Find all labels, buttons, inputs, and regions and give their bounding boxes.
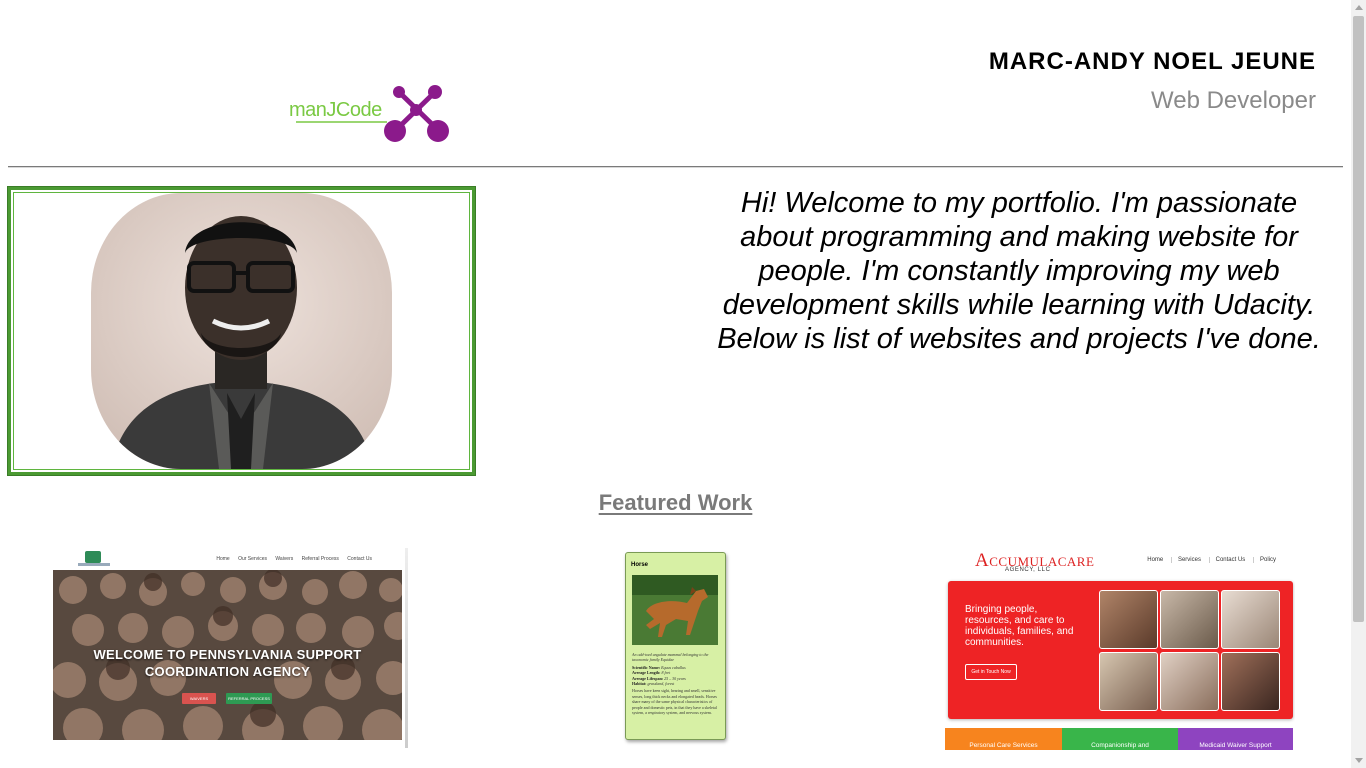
horse-fact-row: Habitat: grassland, forest — [632, 681, 718, 686]
horse-fact-value: Equus caballus — [661, 664, 686, 670]
pssca-nav-contact: Contact Us — [347, 556, 372, 562]
acc-logo-a: A — [975, 550, 990, 571]
accumulacare-cta-button: Get in Touch Now — [965, 664, 1017, 680]
horse-photo — [632, 575, 718, 645]
acc-tile-medicaid: Medicaid Waiver Support — [1178, 728, 1293, 750]
acc-nav-services: Services — [1170, 557, 1207, 563]
project-card-pssca[interactable]: Home Our Services Waivers Referral Proce… — [52, 548, 408, 748]
acc-nav-contact: Contact Us — [1208, 557, 1252, 563]
pssca-nav-home: Home — [216, 556, 230, 562]
portfolio-page: manJCode MARC-ANDY NOEL JEUNE Web Develo… — [0, 0, 1351, 768]
pssca-referral-button: REFERRAL PROCESS — [226, 693, 272, 704]
pssca-hero-image: WELCOME TO PENNSYLVANIA SUPPORT COORDINA… — [53, 570, 402, 740]
acc-logo-c: CARE — [1057, 554, 1095, 569]
acc-photo — [1221, 590, 1280, 649]
pssca-nav-services: Our Services — [238, 556, 267, 562]
pssca-waivers-button: WAIVERS — [182, 693, 216, 704]
horse-fact-value: grassland, forest — [647, 681, 675, 687]
welcome-text: Hi! Welcome to my portfolio. I'm passion… — [717, 187, 1321, 355]
pssca-nav-waivers: Waivers — [275, 556, 294, 562]
horse-fact-value: 25 – 30 years — [664, 675, 686, 681]
acc-tile-personal-care: Personal Care Services — [945, 728, 1062, 750]
pssca-nav-referral: Referral Process — [301, 556, 339, 562]
acc-nav-policy: Policy — [1252, 557, 1282, 563]
acc-photo — [1160, 652, 1219, 711]
pssca-navbar: Home Our Services Waivers Referral Proce… — [52, 548, 402, 570]
horse-card-title: Horse — [631, 562, 649, 568]
acc-photo — [1099, 652, 1158, 711]
featured-work-label: Featured Work — [598, 490, 753, 515]
header-divider — [8, 166, 1343, 168]
featured-work-heading: Featured Work — [0, 490, 1351, 516]
horse-fact-label: Average Length: — [632, 670, 661, 676]
accumulacare-tagline: Bringing people, resources, and care to … — [965, 604, 1074, 648]
pssca-headline-line1: WELCOME TO PENNSYLVANIA SUPPORT — [93, 647, 362, 662]
pssca-headline-line2: COORDINATION AGENCY — [144, 664, 311, 679]
page-scrollbar[interactable] — [1351, 0, 1366, 768]
pssca-headline: WELCOME TO PENNSYLVANIA SUPPORT COORDINA… — [53, 646, 402, 680]
acc-nav-home: Home — [1147, 557, 1164, 563]
project-card-accumulacare[interactable]: ACCUMULACARE AGENCY, LLC Home Services C… — [943, 548, 1295, 750]
horse-intro: An odd-toed ungulate mammal belonging to… — [632, 652, 709, 663]
logo-text: manJCode — [289, 99, 382, 121]
manjcode-logo[interactable]: manJCode — [287, 82, 453, 144]
horse-fact-label: Scientific Name: — [632, 664, 661, 670]
horse-fact-value: 8 feet — [661, 670, 671, 676]
scroll-up-arrow-icon[interactable] — [1351, 0, 1366, 15]
scroll-down-arrow-icon[interactable] — [1351, 753, 1366, 768]
developer-role: Web Developer — [1151, 87, 1316, 114]
accumulacare-photo-grid — [1099, 590, 1281, 712]
horse-fact-label: Average Lifespan: — [632, 675, 664, 681]
acc-tile-companionship: Companionship and — [1062, 728, 1178, 750]
horse-image — [632, 575, 718, 645]
profile-photo-frame — [7, 186, 476, 476]
acc-photo — [1221, 652, 1280, 711]
horse-fact-label: Habitat: — [632, 681, 647, 687]
accumulacare-hero: Bringing people, resources, and care to … — [948, 581, 1293, 719]
horse-description: An odd-toed ungulate mammal belonging to… — [632, 652, 718, 715]
accumulacare-logo-sub: AGENCY, LLC — [1005, 567, 1051, 573]
acc-photo — [1160, 590, 1219, 649]
pssca-logo-text-bar — [78, 563, 110, 566]
developer-name: MARC-ANDY NOEL JEUNE — [988, 48, 1316, 75]
accumulacare-nav: Home Services Contact Us Policy — [1141, 557, 1282, 563]
pssca-logo-icon — [85, 551, 101, 563]
horse-body: Horses have keen sight, hearing and smel… — [632, 688, 717, 716]
pssca-nav-links: Home Our Services Waivers Referral Proce… — [209, 556, 372, 562]
scrollbar-thumb[interactable] — [1353, 16, 1364, 622]
card-edge — [405, 548, 408, 748]
acc-photo — [1099, 590, 1158, 649]
project-card-horse[interactable]: Horse An odd-toed ungulate mammal belong… — [625, 552, 726, 740]
profile-photo — [91, 193, 392, 469]
